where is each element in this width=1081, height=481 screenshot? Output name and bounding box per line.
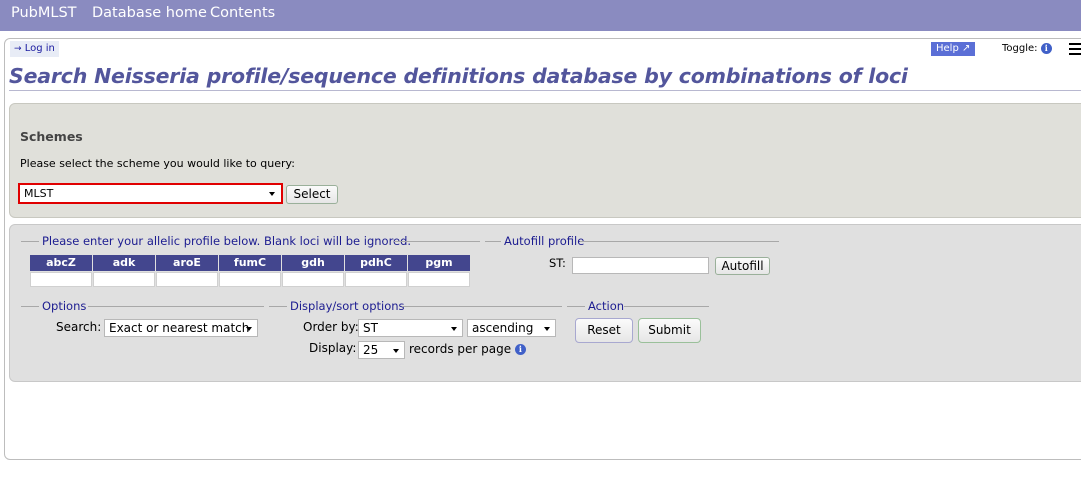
schemes-prompt: Please select the scheme you would like … (20, 157, 295, 170)
login-icon: →︎ (14, 44, 22, 54)
nav-database-home-link[interactable]: Database home (92, 5, 207, 21)
records-per-page-text: records per page (409, 342, 512, 356)
login-label: Log in (24, 43, 55, 54)
records-per-page-value: 25 (363, 343, 379, 357)
hamburger-menu-icon[interactable] (1069, 43, 1081, 58)
help-button[interactable]: Help ↗ (931, 42, 976, 56)
locus-input-pgm[interactable] (408, 272, 470, 287)
locus-header-adk: adk (93, 255, 155, 271)
locus-input-fumC[interactable] (219, 272, 281, 287)
chevron-down-icon (451, 327, 457, 331)
chevron-down-icon (269, 192, 275, 196)
autofill-button[interactable]: Autofill (715, 257, 770, 275)
toggle-info-icon[interactable]: i (1040, 42, 1052, 54)
profile-legend: Please enter your allelic profile below.… (42, 234, 412, 248)
action-fieldset-border (567, 306, 585, 307)
autofill-fieldset-border-right (580, 241, 779, 242)
display-label: Display: (309, 341, 357, 355)
schemes-heading: Schemes (20, 129, 83, 144)
records-info-icon[interactable]: i (514, 344, 526, 355)
locus-header-aroE: aroE (156, 255, 218, 271)
display-legend: Display/sort options (290, 299, 405, 313)
help-label: Help (936, 43, 959, 54)
login-link[interactable]: →︎ Log in (10, 41, 59, 57)
st-label: ST: (549, 256, 566, 270)
order-by-label: Order by: (303, 320, 359, 334)
reset-button[interactable]: Reset (575, 318, 633, 343)
sort-direction-value: ascending (472, 321, 534, 335)
chevron-down-icon (246, 327, 252, 331)
search-mode-select[interactable]: Exact or nearest match (104, 319, 258, 337)
sort-direction-select[interactable]: ascending (467, 319, 556, 337)
options-fieldset-border-right (88, 306, 264, 307)
order-by-value: ST (363, 321, 378, 335)
order-by-select[interactable]: ST (358, 319, 463, 337)
locus-input-abcZ[interactable] (30, 272, 92, 287)
nav-contents-link[interactable]: Contents (210, 5, 275, 21)
profile-fieldset-border (21, 241, 39, 242)
profile-fieldset-border-right (394, 241, 480, 242)
scheme-select-button[interactable]: Select (286, 185, 338, 204)
chevron-down-icon (393, 349, 399, 353)
records-per-page-label: records per page i (409, 342, 526, 356)
action-legend: Action (588, 299, 625, 313)
locus-input-gdh[interactable] (282, 272, 344, 287)
options-legend: Options (42, 299, 87, 313)
scheme-select-value: MLST (24, 187, 54, 200)
options-fieldset-border (21, 306, 39, 307)
chevron-down-icon (544, 327, 550, 331)
locus-header-gdh: gdh (282, 255, 344, 271)
autofill-legend: Autofill profile (504, 234, 585, 248)
nav-pubmlst-link[interactable]: PubMLST (11, 5, 77, 21)
search-label: Search: (56, 320, 102, 334)
locus-input-aroE[interactable] (156, 272, 218, 287)
toggle-label: Toggle: (1002, 43, 1038, 54)
submit-button[interactable]: Submit (638, 318, 701, 343)
locus-header-fumC: fumC (219, 255, 281, 271)
search-mode-value: Exact or nearest match (109, 321, 250, 335)
action-fieldset-border-right (624, 306, 709, 307)
autofill-fieldset-border (485, 241, 501, 242)
records-per-page-select[interactable]: 25 (358, 341, 405, 359)
display-fieldset-border-right (402, 306, 562, 307)
locus-header-pgm: pgm (408, 255, 470, 271)
locus-header-pdhC: pdhC (345, 255, 407, 271)
st-input[interactable] (572, 257, 709, 274)
locus-header-abcZ: abcZ (30, 255, 92, 271)
locus-input-pdhC[interactable] (345, 272, 407, 287)
top-nav-bar: PubMLST Database home Contents (0, 0, 1081, 31)
toggle-control: Toggle: i (1002, 41, 1052, 57)
external-link-icon: ↗ (962, 43, 971, 54)
page-title: Search Neisseria profile/sequence defini… (9, 64, 1081, 91)
display-fieldset-border (269, 306, 287, 307)
scheme-select[interactable]: MLST (18, 183, 283, 204)
locus-input-adk[interactable] (93, 272, 155, 287)
